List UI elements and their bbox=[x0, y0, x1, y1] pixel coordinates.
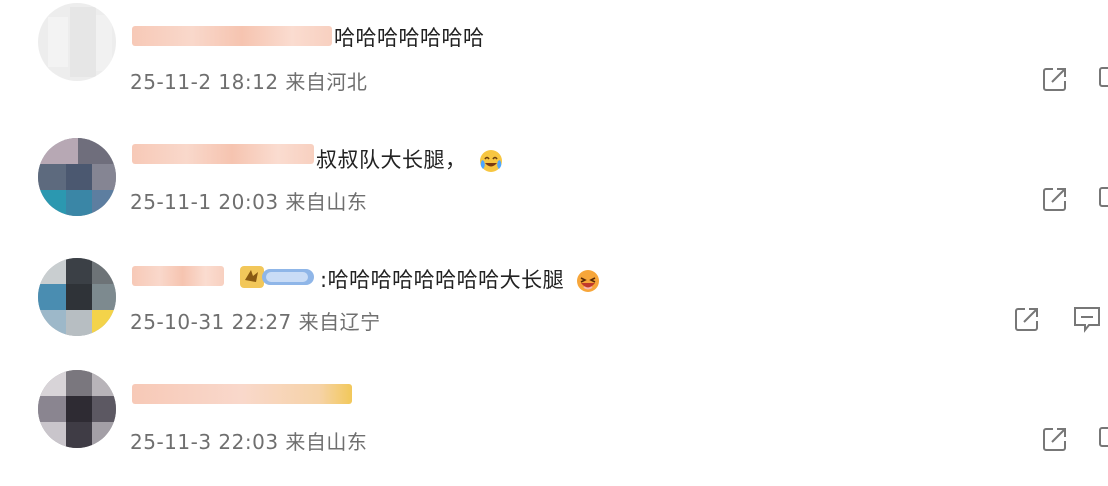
reply-icon[interactable] bbox=[1098, 184, 1108, 214]
avatar[interactable] bbox=[38, 370, 116, 448]
comment-item: 25-11-3 22:03 来自山东 bbox=[0, 360, 1108, 480]
comment-date: 25-11-3 22:03 bbox=[130, 430, 279, 454]
comment-text: 叔叔队大长腿， bbox=[316, 144, 504, 174]
comment-location: 来自山东 bbox=[285, 190, 368, 214]
comment-item: 叔叔队大长腿， 25-11-1 20:03 来自山东 bbox=[0, 120, 1108, 240]
comment-date: 25-11-2 18:12 bbox=[130, 70, 279, 94]
comment-text-value: :哈哈哈哈哈哈哈哈大长腿 bbox=[320, 268, 565, 292]
comment-item: 哈哈哈哈哈哈哈 25-11-2 18:12 来自河北 bbox=[0, 0, 1108, 120]
comment-location: 来自辽宁 bbox=[298, 310, 381, 334]
comment-text: 哈哈哈哈哈哈哈 bbox=[334, 22, 485, 52]
comment-text: :哈哈哈哈哈哈哈哈大长腿 bbox=[320, 264, 601, 294]
avatar[interactable] bbox=[38, 3, 116, 81]
comment-meta: 25-11-2 18:12 来自河北 bbox=[130, 66, 367, 95]
comment-list: 哈哈哈哈哈哈哈 25-11-2 18:12 来自河北 叔叔队大长腿， 25-11… bbox=[0, 0, 1108, 486]
comment-text-value: 叔叔队大长腿， bbox=[316, 148, 467, 172]
comment-text-value: 哈哈哈哈哈哈哈 bbox=[334, 26, 485, 50]
reply-icon[interactable] bbox=[1098, 64, 1108, 94]
share-icon[interactable] bbox=[1040, 64, 1070, 94]
reply-icon[interactable] bbox=[1098, 424, 1108, 454]
reply-icon[interactable] bbox=[1072, 304, 1102, 334]
fan-badge-icon bbox=[240, 266, 314, 288]
share-icon[interactable] bbox=[1040, 424, 1070, 454]
blurred-username[interactable] bbox=[132, 26, 332, 46]
share-icon[interactable] bbox=[1040, 184, 1070, 214]
avatar[interactable] bbox=[38, 258, 116, 336]
comment-meta: 25-11-1 20:03 来自山东 bbox=[130, 186, 367, 215]
blurred-username[interactable] bbox=[132, 384, 352, 404]
comment-meta: 25-10-31 22:27 来自辽宁 bbox=[130, 306, 381, 335]
comment-meta: 25-11-3 22:03 来自山东 bbox=[130, 426, 367, 455]
avatar[interactable] bbox=[38, 138, 116, 216]
comment-location: 来自河北 bbox=[285, 70, 368, 94]
comment-item: :哈哈哈哈哈哈哈哈大长腿 25-10-31 22:27 来自辽宁 bbox=[0, 240, 1108, 360]
blurred-username[interactable] bbox=[132, 144, 314, 164]
comment-location: 来自山东 bbox=[285, 430, 368, 454]
comment-date: 25-10-31 22:27 bbox=[130, 310, 292, 334]
blurred-username[interactable] bbox=[132, 266, 224, 286]
laughing-emoji bbox=[577, 270, 600, 292]
crying-laughing-emoji bbox=[479, 150, 502, 172]
comment-date: 25-11-1 20:03 bbox=[130, 190, 279, 214]
share-icon[interactable] bbox=[1012, 304, 1042, 334]
